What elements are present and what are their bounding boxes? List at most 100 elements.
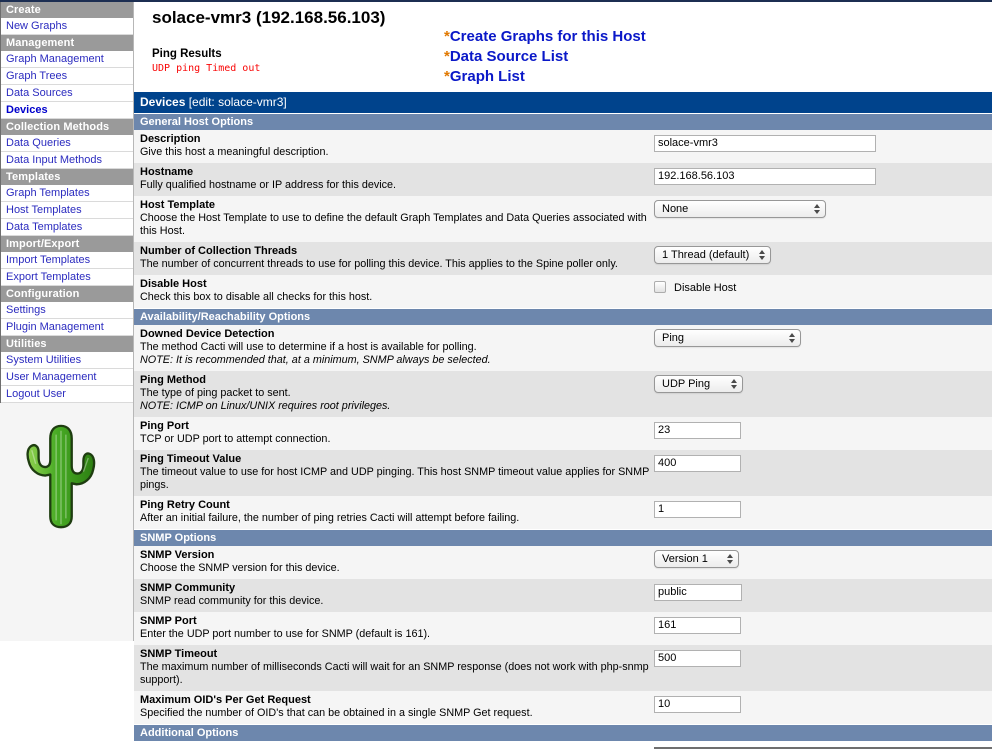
select-stepper-arrows-icon [731, 379, 737, 389]
snmp-version-select[interactable]: Version 1 [654, 550, 739, 568]
field-label: Ping Method [140, 374, 650, 387]
sidebar-item-graph-management[interactable]: Graph Management [1, 51, 133, 68]
snmp-port-input[interactable] [654, 617, 741, 634]
sidebar-item-graph-templates[interactable]: Graph Templates [1, 185, 133, 202]
disable-host-checkbox[interactable] [654, 281, 666, 293]
field-text: Maximum OID's Per Get RequestSpecified t… [134, 691, 650, 724]
field-description: Fully qualified hostname or IP address f… [140, 179, 650, 192]
sidebar-item-data-sources[interactable]: Data Sources [1, 85, 133, 102]
triangle-up-icon [727, 554, 733, 558]
downed-device-detection-select[interactable]: Ping [654, 329, 801, 347]
sidebar-item-graph-trees[interactable]: Graph Trees [1, 68, 133, 85]
field-label: Host Template [140, 199, 650, 212]
field-control-cell [650, 163, 992, 196]
field-text: Ping Retry CountAfter an initial failure… [134, 496, 650, 529]
form-row-ping-port: Ping PortTCP or UDP port to attempt conn… [134, 417, 992, 450]
field-text: Ping MethodThe type of ping packet to se… [134, 371, 650, 417]
link-label: Create Graphs for this Host [450, 28, 646, 45]
sidebar: CreateNew GraphsManagementGraph Manageme… [0, 2, 134, 641]
field-label: Ping Retry Count [140, 499, 650, 512]
sidebar-item-data-templates[interactable]: Data Templates [1, 219, 133, 236]
cactus-logo-icon [22, 421, 100, 533]
select-stepper-arrows-icon [789, 333, 795, 343]
form-row-disable-host: Disable HostCheck this box to disable al… [134, 275, 992, 308]
field-text: Disable HostCheck this box to disable al… [134, 275, 650, 308]
sidebar-item-plugin-management[interactable]: Plugin Management [1, 319, 133, 336]
field-control-cell [650, 417, 992, 450]
checkbox-label: Disable Host [674, 282, 736, 294]
main-content: solace-vmr3 (192.168.56.103) Ping Result… [134, 2, 992, 641]
field-description: The method Cacti will use to determine i… [140, 341, 650, 354]
field-label: SNMP Version [140, 549, 650, 562]
form-row-description: DescriptionGive this host a meaningful d… [134, 130, 992, 163]
field-description: SNMP read community for this device. [140, 595, 650, 608]
form-row-ping-timeout-value: Ping Timeout ValueThe timeout value to u… [134, 450, 992, 496]
field-description: Choose the Host Template to use to defin… [140, 212, 650, 238]
description-input[interactable] [654, 135, 876, 152]
sidebar-item-devices[interactable]: Devices [1, 102, 133, 119]
ping-method-select[interactable]: UDP Ping [654, 375, 743, 393]
sidebar-item-data-queries[interactable]: Data Queries [1, 135, 133, 152]
triangle-down-icon [814, 210, 820, 214]
ping-timeout-input[interactable] [654, 455, 741, 472]
sidebar-item-data-input-methods[interactable]: Data Input Methods [1, 152, 133, 169]
max-oids-per-get-request-input[interactable] [654, 696, 741, 713]
sidebar-item-export-templates[interactable]: Export Templates [1, 269, 133, 286]
sidebar-section-import-export: Import/Export [1, 236, 133, 252]
field-control-cell: None [650, 196, 992, 242]
field-label: Ping Timeout Value [140, 453, 650, 466]
field-control-cell: Disable Host [650, 275, 992, 308]
ping-results-label: Ping Results [152, 48, 222, 60]
field-label: Description [140, 133, 650, 146]
field-text: Host TemplateChoose the Host Template to… [134, 196, 650, 242]
page: CreateNew GraphsManagementGraph Manageme… [0, 2, 992, 641]
sidebar-section-management: Management [1, 35, 133, 51]
field-description: The timeout value to use for host ICMP a… [140, 466, 650, 492]
field-label: Maximum OID's Per Get Request [140, 694, 650, 707]
form-row-number-of-collection-threads: Number of Collection ThreadsThe number o… [134, 242, 992, 275]
field-description: The type of ping packet to sent. [140, 387, 650, 400]
devices-title: Devices [140, 95, 185, 109]
field-text: Downed Device DetectionThe method Cacti … [134, 325, 650, 371]
sidebar-item-logout-user[interactable]: Logout User [1, 386, 133, 403]
link-create-graphs-for-this-host[interactable]: *Create Graphs for this Host [444, 27, 646, 47]
sidebar-item-host-templates[interactable]: Host Templates [1, 202, 133, 219]
field-control-cell [650, 645, 992, 691]
sidebar-item-settings[interactable]: Settings [1, 302, 133, 319]
field-description: Specified the number of OID's that can b… [140, 707, 650, 720]
ping-port-input[interactable] [654, 422, 741, 439]
field-text: Ping PortTCP or UDP port to attempt conn… [134, 417, 650, 450]
field-control-cell: Version 1 [650, 546, 992, 579]
select-value: Version 1 [662, 553, 708, 565]
form-row-ping-method: Ping MethodThe type of ping packet to se… [134, 371, 992, 417]
form-row-snmp-port: SNMP PortEnter the UDP port number to us… [134, 612, 992, 645]
link-label: Data Source List [450, 48, 568, 65]
collection-threads-select[interactable]: 1 Thread (default) [654, 246, 771, 264]
hostname-input[interactable] [654, 168, 876, 185]
form-row-hostname: HostnameFully qualified hostname or IP a… [134, 163, 992, 196]
field-control-cell [650, 496, 992, 529]
sidebar-item-system-utilities[interactable]: System Utilities [1, 352, 133, 369]
snmp-community-input[interactable] [654, 584, 742, 601]
link-graph-list[interactable]: *Graph List [444, 67, 646, 87]
field-note: NOTE: It is recommended that, at a minim… [140, 354, 650, 367]
snmp-timeout-input[interactable] [654, 650, 741, 667]
cactus-logo-wrap [0, 403, 133, 538]
sidebar-item-import-templates[interactable]: Import Templates [1, 252, 133, 269]
sidebar-item-user-management[interactable]: User Management [1, 369, 133, 386]
field-text: SNMP CommunitySNMP read community for th… [134, 579, 650, 612]
link-data-source-list[interactable]: *Data Source List [444, 47, 646, 67]
host-template-select[interactable]: None [654, 200, 826, 218]
devices-title-bar: Devices [edit: solace-vmr3] [134, 92, 992, 113]
field-label: Number of Collection Threads [140, 245, 650, 258]
select-value: 1 Thread (default) [662, 249, 749, 261]
field-description: TCP or UDP port to attempt connection. [140, 433, 650, 446]
field-label: Disable Host [140, 278, 650, 291]
ping-retry-count-input[interactable] [654, 501, 741, 518]
form-row-snmp-version: SNMP VersionChoose the SNMP version for … [134, 546, 992, 579]
field-control-cell [650, 130, 992, 163]
field-label: Ping Port [140, 420, 650, 433]
sidebar-item-new-graphs[interactable]: New Graphs [1, 18, 133, 35]
field-label: Hostname [140, 166, 650, 179]
form-row-maximum-oid-s-per-get-request: Maximum OID's Per Get RequestSpecified t… [134, 691, 992, 724]
